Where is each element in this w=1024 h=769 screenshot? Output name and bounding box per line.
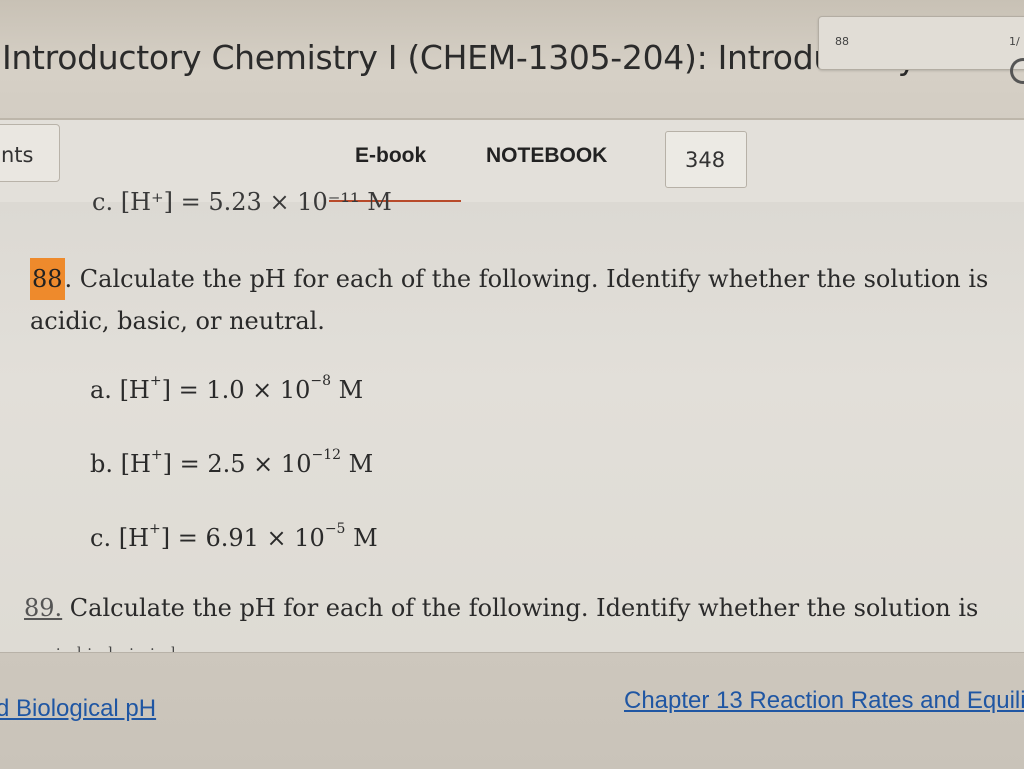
question-89-text: Calculate the pH for each of the followi… <box>62 594 979 622</box>
item-c-prefix: c. [H <box>90 524 149 552</box>
previous-section-link[interactable]: d Biological pH <box>0 695 156 723</box>
next-chapter-link[interactable]: Chapter 13 Reaction Rates and Equili <box>624 687 1024 715</box>
footer-navigation: d Biological pH Chapter 13 Reaction Rate… <box>0 652 1024 769</box>
item-a-value: ] = 1.0 × 10 <box>161 376 311 404</box>
ebook-content: c. [H⁺] = 5.23 × 10⁻¹¹ M 88. Calculate t… <box>0 188 1024 658</box>
item-b-value: ] = 2.5 × 10 <box>162 450 312 478</box>
tab-notebook[interactable]: NOTEBOOK <box>486 144 607 168</box>
list-item: b. [H+] = 2.5 × 10−12 M <box>90 447 374 478</box>
contents-tab-label: nts <box>1 143 34 167</box>
title-bar: Introductory Chemistry I (CHEM-1305-204)… <box>0 0 1024 120</box>
question-number-highlight[interactable]: 88 <box>30 258 65 300</box>
page-indicator[interactable]: 88 1/ <box>818 16 1024 70</box>
item-b-prefix: b. [H <box>90 450 151 478</box>
item-b-unit: M <box>341 450 374 478</box>
item-c-charge: + <box>149 521 161 537</box>
refresh-icon[interactable] <box>1010 58 1024 84</box>
item-c-exponent: −5 <box>324 521 346 537</box>
item-a-prefix: a. [H <box>90 376 150 404</box>
question-88-text: . Calculate the pH for each of the follo… <box>30 265 989 335</box>
question-89: 89. Calculate the pH for each of the fol… <box>24 594 1024 622</box>
previous-item-cutoff: c. [H⁺] = 5.23 × 10⁻¹¹ M <box>92 188 392 216</box>
question-88: 88. Calculate the pH for each of the fol… <box>30 258 1015 342</box>
item-c-unit: M <box>345 524 378 552</box>
page-number-field[interactable]: 348 <box>665 131 747 188</box>
item-a-unit: M <box>331 376 364 404</box>
page-indicator-current: 88 <box>835 35 849 48</box>
page-indicator-total: 1/ <box>1009 35 1020 48</box>
list-item: a. [H+] = 1.0 × 10−8 M <box>90 373 364 404</box>
tab-ebook[interactable]: E-book <box>355 144 426 168</box>
item-b-charge: + <box>150 447 163 463</box>
item-a-charge: + <box>149 373 162 389</box>
item-c-value: ] = 6.91 × 10 <box>160 524 325 552</box>
item-a-exponent: −8 <box>310 373 332 389</box>
item-b-exponent: −12 <box>311 447 342 463</box>
contents-tab[interactable]: nts <box>0 124 60 182</box>
question-89-number-link[interactable]: 89. <box>24 594 62 622</box>
page-number-value: 348 <box>685 148 726 172</box>
list-item: c. [H+] = 6.91 × 10−5 M <box>90 521 378 552</box>
